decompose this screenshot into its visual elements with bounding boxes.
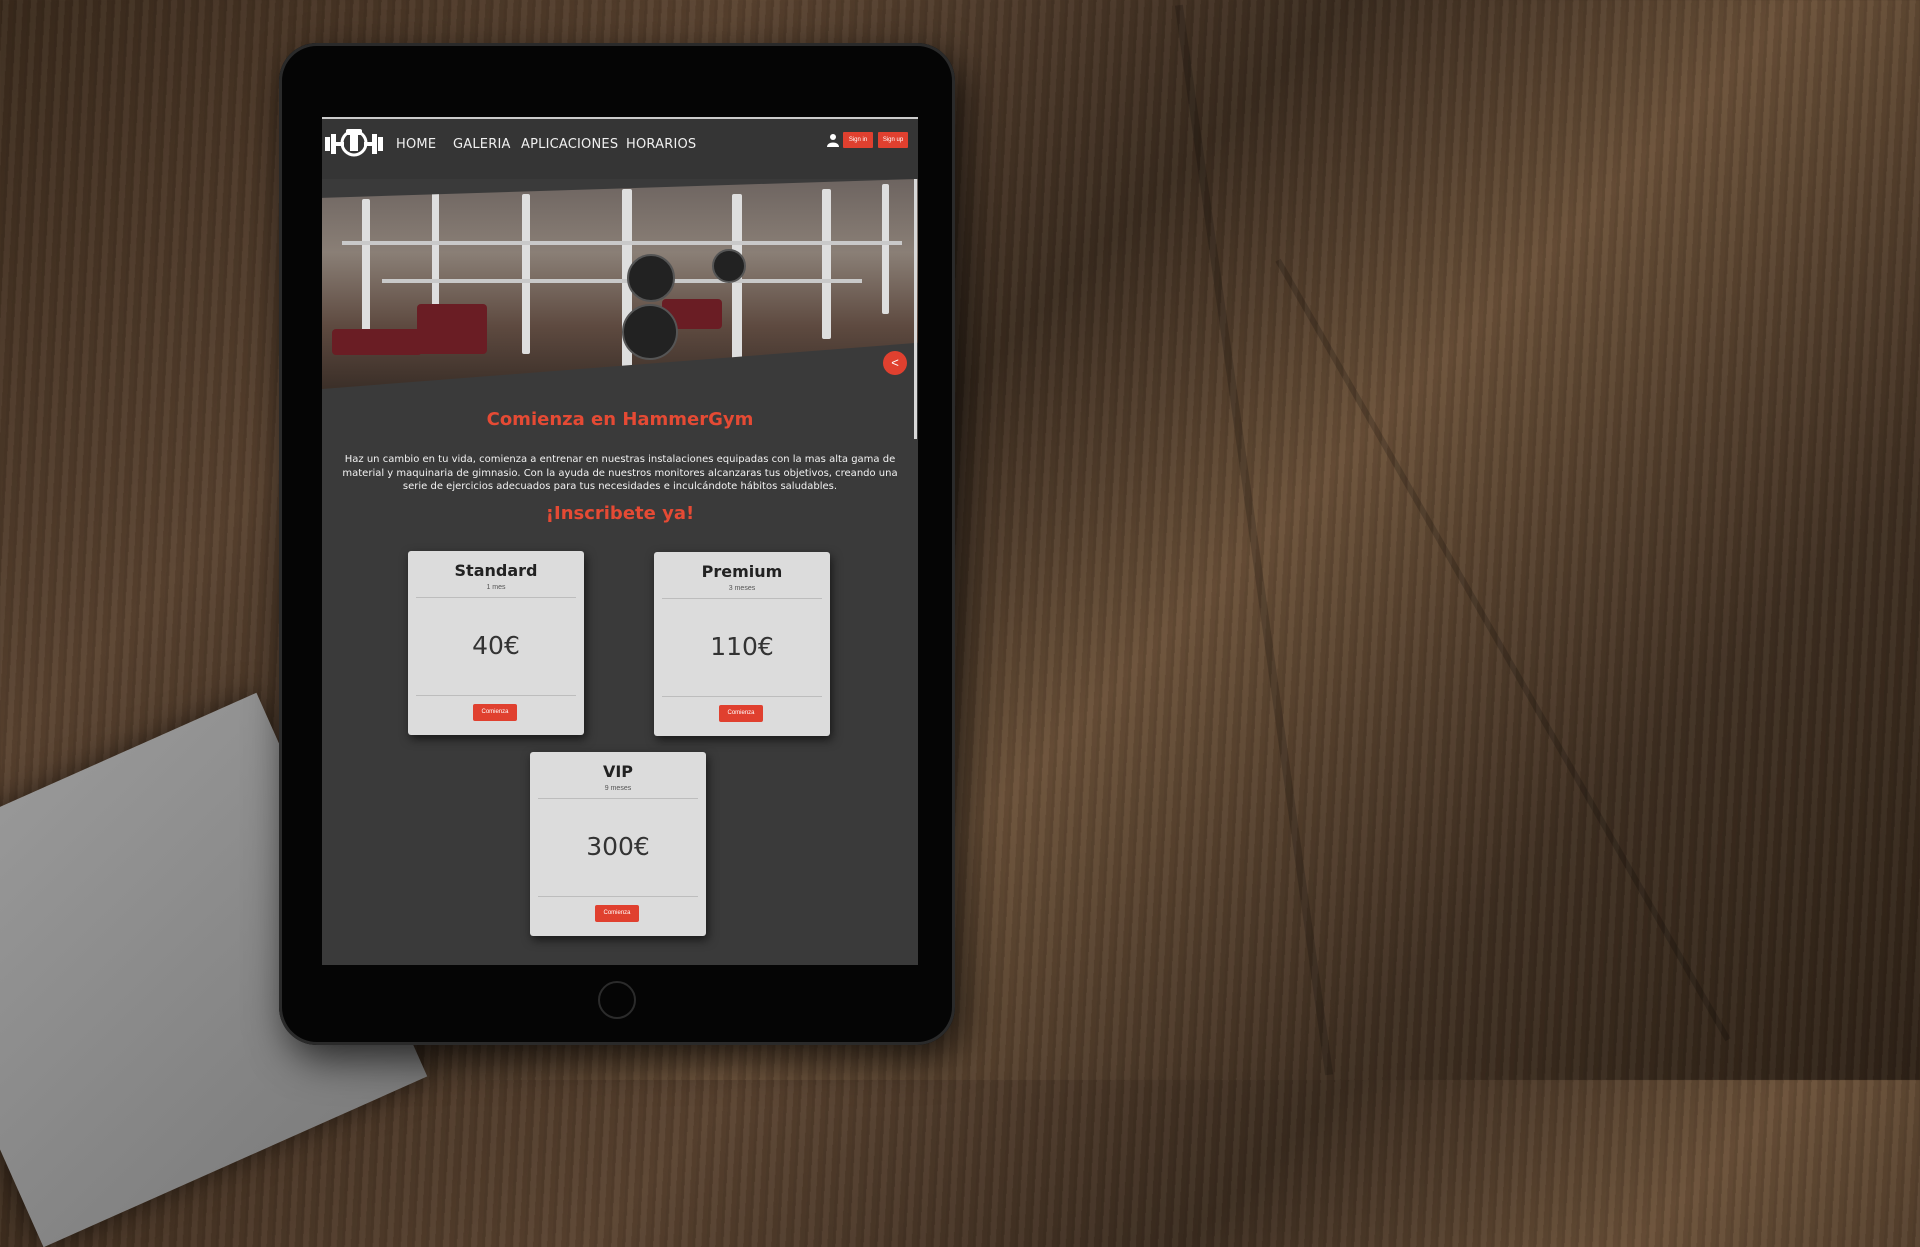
divider [538,896,698,897]
comienza-button[interactable]: Comienza [719,705,763,722]
plan-name: VIP [602,762,634,781]
gym-bench [332,329,422,355]
signup-heading: ¡Inscribete ya! [545,503,695,524]
comienza-button[interactable]: Comienza [595,905,639,922]
plan-card-standard: Standard 1 mes 40€ Comienza [408,551,584,735]
carousel-prev-button[interactable]: < [883,351,907,375]
gym-rack [882,184,889,314]
gym-rack [362,199,370,349]
nav-horarios[interactable]: HORARIOS [626,137,696,152]
divider [662,598,822,599]
gym-rack [822,189,831,339]
divider [416,695,576,696]
divider [416,597,576,598]
plan-period: 9 meses [604,785,632,792]
gym-bench [417,304,487,354]
tablet-device: HOME GALERIA APLICACIONES HORARIOS Sign … [279,43,955,1045]
plan-price: 110€ [710,632,774,661]
comienza-button[interactable]: Comienza [473,704,517,721]
plan-price: 300€ [586,832,650,861]
plan-price: 40€ [472,631,520,660]
browser-viewport[interactable]: HOME GALERIA APLICACIONES HORARIOS Sign … [322,117,918,965]
top-navbar: HOME GALERIA APLICACIONES HORARIOS Sign … [322,119,918,179]
sign-in-button[interactable]: Sign in [843,132,873,148]
user-icon [827,134,839,147]
weight-plate [622,304,678,360]
plan-period: 1 mes [486,584,506,591]
tablet-home-button[interactable] [598,981,636,1019]
plan-card-vip: VIP 9 meses 300€ Comienza [530,752,706,936]
gym-rack [522,194,530,354]
section-heading: Comienza en HammerGym [486,409,754,430]
floor-plank-seam [1174,4,1334,1076]
floor-plank-seam [1275,258,1731,1042]
gym-bar [342,241,902,245]
plan-period: 3 meses [728,585,756,592]
hero-carousel-image [322,179,918,389]
sign-up-button[interactable]: Sign up [878,132,908,148]
nav-home[interactable]: HOME [396,137,436,152]
nav-aplicaciones[interactable]: APLICACIONES [521,137,618,152]
nav-galeria[interactable]: GALERIA [453,137,511,152]
gym-bar [382,279,862,283]
divider [662,696,822,697]
hammergym-logo-icon[interactable] [324,125,384,161]
intro-paragraph: Haz un cambio en tu vida, comienza a ent… [342,454,898,492]
weight-plate [712,249,746,283]
plan-card-premium: Premium 3 meses 110€ Comienza [654,552,830,736]
divider [538,798,698,799]
weight-plate [627,254,675,302]
scrollbar-thumb[interactable] [914,179,917,439]
plan-name: Standard [454,561,538,580]
plan-name: Premium [701,562,783,581]
